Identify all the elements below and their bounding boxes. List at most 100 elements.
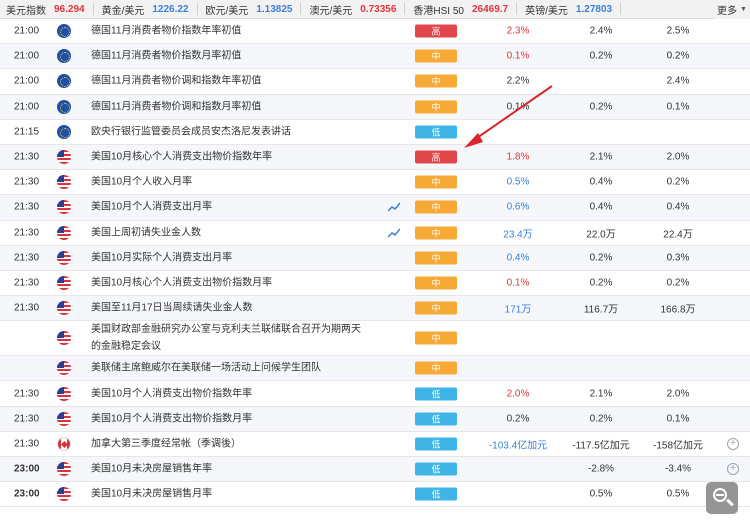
ticker-divider <box>516 3 518 15</box>
consensus-value: 0.1% <box>666 101 690 113</box>
event-name[interactable]: 德国11月消费者物价调和指数年率初值 <box>91 73 361 90</box>
table-row[interactable]: 21:00 德国11月消费者物价指数年率初值 高 2.3% 2.4% 2.5% <box>0 19 750 45</box>
actual-value: 0.4% <box>506 252 530 264</box>
ticker-item[interactable]: 欧元/美元 1.13825 <box>206 0 310 18</box>
us-flag-icon <box>57 225 71 240</box>
table-row[interactable]: 21:30 美国10月个人消费支出月率 中 0.6% 0.4% 0.4% <box>0 195 750 221</box>
chart-icon[interactable] <box>388 202 400 212</box>
actual-value: 171万 <box>504 304 532 316</box>
table-row[interactable]: 21:15 欧央行银行监管委员会成员安杰洛尼发表讲话 低 <box>0 120 750 145</box>
event-name[interactable]: 美国10月个人消费支出物价指数月率 <box>91 410 361 427</box>
us-flag-icon <box>57 386 71 401</box>
event-name[interactable]: 美国10月个人消费支出物价指数年率 <box>91 385 361 402</box>
importance-badge: 中 <box>415 175 457 189</box>
table-row[interactable]: 21:30 美国10月核心个人消费支出物价指数月率 中 0.1% 0.2% 0.2% <box>0 271 750 297</box>
table-row[interactable]: 21:30 美国上周初请失业金人数 中 23.4万 22.0万 22.4万 <box>0 221 750 246</box>
ticker-name: 澳元/美元 <box>309 5 353 17</box>
event-name[interactable]: 加拿大第三季度经常帐（季调後） <box>91 435 361 452</box>
event-time: 21:30 <box>14 252 40 264</box>
event-time: 21:15 <box>14 126 40 138</box>
table-row[interactable]: 21:30 美国10月个人收入月率 中 0.5% 0.4% 0.2% <box>0 170 750 196</box>
importance-badge: 低 <box>415 462 457 476</box>
chart-icon[interactable] <box>388 228 400 238</box>
event-name[interactable]: 美联储主席鲍威尔在美联储一场活动上问候学生团队 <box>91 360 361 377</box>
table-row[interactable]: 23:00 美国10月未决房屋销售月率低 0.5% 0.5% <box>0 482 750 508</box>
more-button[interactable]: 更多 ▼ <box>714 0 750 19</box>
event-name[interactable]: 美国至11月17日当周续请失业金人数 <box>91 300 361 317</box>
actual-value: 23.4万 <box>503 229 533 241</box>
table-row[interactable]: 21:00 德国11月消费者物价调和指数月率初值 中 0.1% 0.2% 0.1% <box>0 94 750 120</box>
consensus-value: -3.4% <box>664 463 692 475</box>
consensus-value: 0.2% <box>666 277 690 289</box>
add-icon[interactable]: + <box>727 437 739 450</box>
ticker-divider <box>92 3 94 15</box>
actual-value: 0.1% <box>506 101 530 113</box>
event-name[interactable]: 美国10月核心个人消费支出物价指数年率 <box>91 149 361 166</box>
event-name[interactable]: 美国10月核心个人消费支出物价指数月率 <box>91 274 361 291</box>
table-row[interactable]: 21:30 加拿大第三季度经常帐（季调後） 低 -103.4亿加元 -117.5亿加元 -… <box>0 432 750 457</box>
table-row[interactable]: 21:30 美国10月实际个人消费支出月率 中 0.4% 0.2% 0.3% <box>0 245 750 271</box>
magnifier-handle <box>726 498 734 507</box>
actual-value: 0.1% <box>506 277 530 289</box>
ticker-value: 1.27803 <box>575 3 613 15</box>
ticker-item[interactable]: 英镑/美元 1.27803 <box>525 0 629 18</box>
importance-badge: 低 <box>415 412 457 426</box>
previous-value: 2.1% <box>589 388 613 400</box>
table-row[interactable]: 21:30 美国10月个人消费支出物价指数年率 低 2.0% 2.1% 2.0% <box>0 381 750 407</box>
calendar-table: 21:00 德国11月消费者物价指数年率初值高 2.3% 2.4% 2.5% 21:00 德… <box>0 19 750 508</box>
ticker-name: 黄金/美元 <box>101 5 145 17</box>
ticker-item[interactable]: 黄金/美元 1226.22 <box>101 0 206 18</box>
event-name[interactable]: 美国10月实际个人消费支出月率 <box>91 249 361 266</box>
importance-badge: 中 <box>415 200 457 214</box>
event-time: 21:00 <box>14 101 40 113</box>
importance-badge: 低 <box>415 387 457 401</box>
event-time: 21:30 <box>14 201 40 213</box>
event-name[interactable]: 美国10月未决房屋销售年率 <box>91 461 361 478</box>
ticker-value: 1226.22 <box>152 3 189 15</box>
previous-value: 116.7万 <box>583 304 619 316</box>
ticker-item[interactable]: 香港HSI 50 26469.7 <box>413 0 525 18</box>
importance-badge: 中 <box>415 331 457 345</box>
zoom-out-button[interactable] <box>706 482 738 514</box>
ticker-item[interactable]: 澳元/美元 0.73356 <box>309 0 413 18</box>
event-name[interactable]: 美国上周初请失业金人数 <box>91 224 361 241</box>
ticker-value: 0.73356 <box>360 3 397 15</box>
table-row[interactable]: 21:30 美国10月个人消费支出物价指数月率 低 0.2% 0.2% 0.1% <box>0 406 750 432</box>
previous-value: -117.5亿加元 <box>572 440 630 452</box>
event-time: 23:00 <box>14 488 40 500</box>
event-name[interactable]: 德国11月消费者物价指数年率初值 <box>91 23 361 40</box>
event-name[interactable]: 欧央行银行监管委员会成员安杰洛尼发表讲话 <box>91 123 361 140</box>
table-row[interactable]: 23:00 美国10月未决房屋销售年率 低 -2.8% -3.4% + <box>0 457 750 483</box>
actual-value: 0.1% <box>506 50 530 62</box>
event-name[interactable]: 美国财政部金融研究办公室与克利夫兰联储联合召开为期两天的金融稳定会议 <box>91 321 361 355</box>
us-flag-icon <box>57 487 71 502</box>
event-name[interactable]: 德国11月消费者物价指数月率初值 <box>91 48 361 65</box>
importance-badge: 中 <box>415 49 457 63</box>
consensus-value: 2.5% <box>666 25 690 37</box>
importance-badge: 中 <box>415 276 457 290</box>
table-row[interactable]: 美联储主席鲍威尔在美联储一场活动上问候学生团队 中 <box>0 356 750 382</box>
chevron-down-icon: ▼ <box>740 6 747 13</box>
table-row[interactable]: 21:00 德国11月消费者物价指数月率初值 中 0.1% 0.2% 0.2% <box>0 44 750 70</box>
us-flag-icon <box>57 411 71 426</box>
event-name[interactable]: 美国10月个人消费支出月率 <box>91 199 361 216</box>
previous-value: 0.2% <box>589 101 613 113</box>
table-row[interactable]: 21:00 德国11月消费者物价调和指数年率初值 中 2.2% 2.4% <box>0 69 750 95</box>
table-row[interactable]: 21:30 美国至11月17日当周续请失业金人数 中 171万 116.7万 166.8万 <box>0 296 750 322</box>
us-flag-icon <box>57 361 71 376</box>
importance-badge: 低 <box>415 437 457 451</box>
previous-value: 0.2% <box>589 252 613 264</box>
event-name[interactable]: 美国10月未决房屋销售月率 <box>91 486 361 503</box>
table-row[interactable]: 美国财政部金融研究办公室与克利夫兰联储联合召开为期两天的金融稳定会议 中 <box>0 321 750 357</box>
consensus-value: 22.4万 <box>663 229 693 241</box>
importance-badge: 中 <box>415 301 457 315</box>
actual-value: 1.8% <box>506 151 530 163</box>
add-icon[interactable]: + <box>727 463 739 476</box>
event-name[interactable]: 德国11月消费者物价调和指数月率初值 <box>91 98 361 115</box>
importance-badge: 高 <box>415 24 457 38</box>
event-name[interactable]: 美国10月个人收入月率 <box>91 174 361 191</box>
event-time: 21:30 <box>14 176 40 188</box>
table-row[interactable]: 21:30 美国10月核心个人消费支出物价指数年率 高 1.8% 2.1% 2.0% <box>0 144 750 171</box>
ticker-divider <box>404 3 406 15</box>
ticker-item[interactable]: 美元指数 96.294 <box>6 0 102 18</box>
